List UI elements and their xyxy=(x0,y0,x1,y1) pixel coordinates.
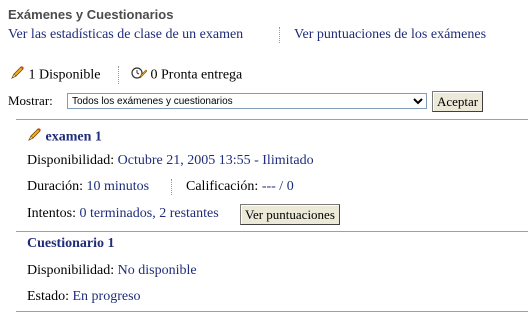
state-label: Estado: xyxy=(27,289,69,304)
exam-attempts: Intentos: 0 terminados, 2 restantes xyxy=(27,206,219,222)
pencil-icon xyxy=(10,66,25,85)
grade-label: Calificación: xyxy=(186,179,259,194)
availability-label: Disponibilidad: xyxy=(27,153,115,168)
attempts-value: 0 terminados, 2 restantes xyxy=(79,206,219,221)
quiz-title: Cuestionario 1 xyxy=(27,236,115,252)
quiz-state: Estado: En progreso xyxy=(27,289,141,305)
view-scores-link[interactable]: Ver puntuaciones de los exámenes xyxy=(294,27,486,43)
available-label: Disponible xyxy=(39,67,101,83)
due-label: Pronta entrega xyxy=(161,67,243,83)
exam-link[interactable]: examen 1 xyxy=(46,130,102,145)
exam-duration: Duración: 10 minutos xyxy=(27,179,149,195)
available-count: 1 xyxy=(28,67,36,83)
duration-label: Duración: xyxy=(27,179,83,194)
availability-value: No disponible xyxy=(117,263,197,278)
page-title: Exámenes y Cuestionarios xyxy=(8,7,174,22)
duration-value: 10 minutos xyxy=(86,179,150,194)
class-stats-link[interactable]: Ver las estadísticas de clase de un exam… xyxy=(8,27,243,43)
status-divider xyxy=(118,66,119,84)
filter-select[interactable]: Todos los exámenes y cuestionarios xyxy=(67,93,427,109)
due-count: 0 xyxy=(150,67,158,83)
divider xyxy=(16,311,528,312)
pencil-icon xyxy=(27,128,42,147)
detail-divider xyxy=(171,179,172,195)
exam-title: examen 1 xyxy=(27,128,102,147)
quiz-link[interactable]: Cuestionario 1 xyxy=(27,236,115,251)
availability-value: Octubre 21, 2005 13:55 - Ilimitado xyxy=(117,153,314,168)
due-status: 0 Pronta entrega xyxy=(131,66,242,85)
divider xyxy=(16,119,528,120)
view-scores-button[interactable]: Ver puntuaciones xyxy=(240,204,340,225)
clock-pencil-icon xyxy=(131,66,148,85)
quiz-availability: Disponibilidad: No disponible xyxy=(27,263,197,279)
filter-label: Mostrar: xyxy=(8,93,53,108)
grade-value: --- / 0 xyxy=(261,179,294,194)
header-divider xyxy=(279,27,280,43)
accept-button[interactable]: Aceptar xyxy=(432,91,484,112)
exam-grade: Calificación: --- / 0 xyxy=(186,179,294,195)
exam-availability: Disponibilidad: Octubre 21, 2005 13:55 -… xyxy=(27,153,314,169)
availability-label: Disponibilidad: xyxy=(27,263,115,278)
state-value: En progreso xyxy=(72,289,141,304)
divider xyxy=(16,231,528,232)
attempts-label: Intentos: xyxy=(27,206,76,221)
available-status: 1 Disponible xyxy=(10,66,100,85)
